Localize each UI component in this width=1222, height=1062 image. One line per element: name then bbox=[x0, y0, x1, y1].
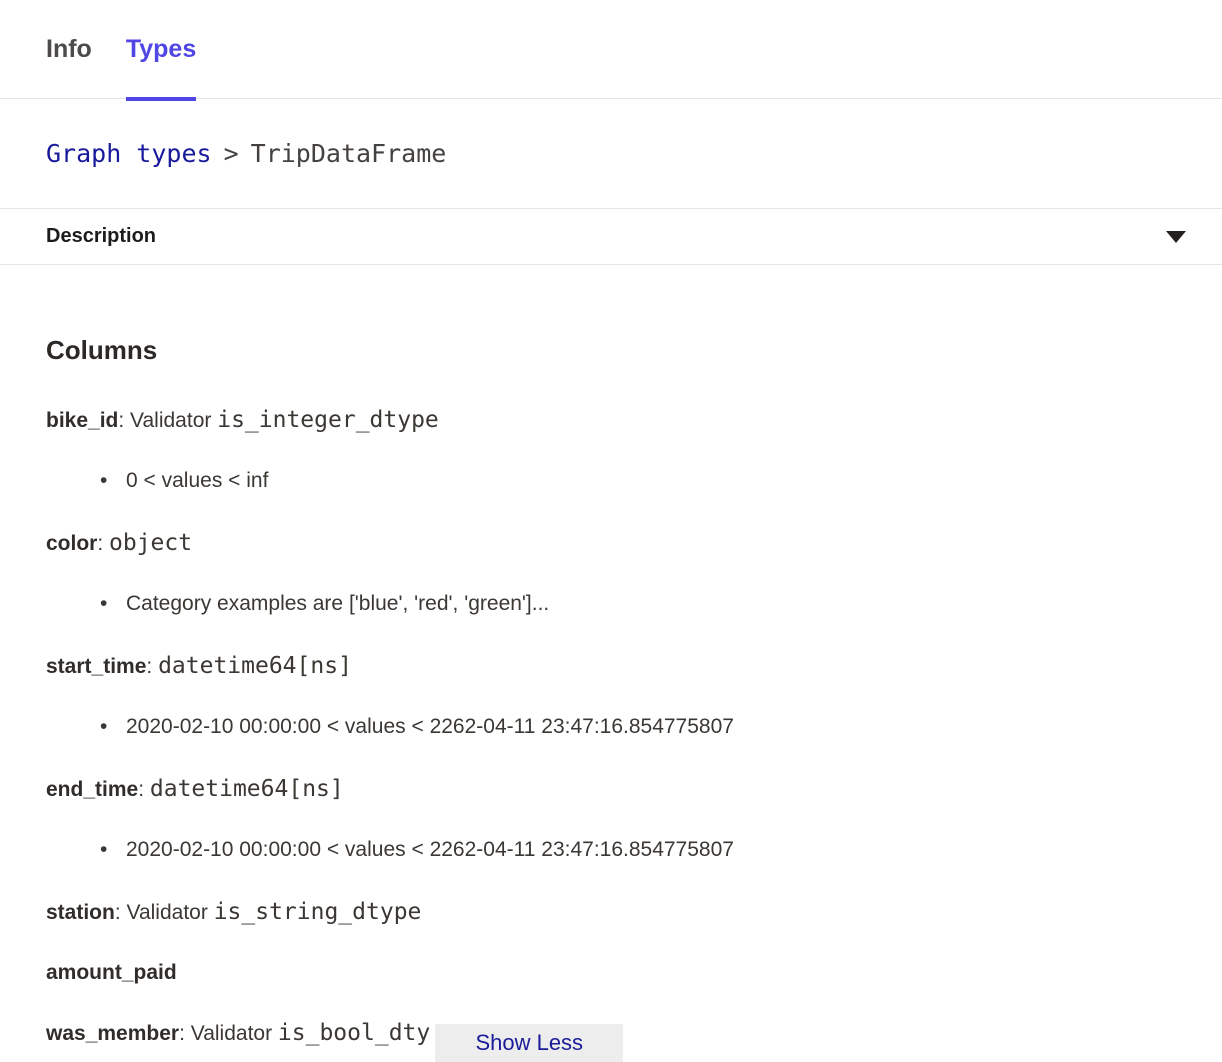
tab-info[interactable]: Info bbox=[46, 0, 92, 98]
column-validator-prefix: Validator bbox=[191, 1022, 278, 1045]
column-name: color bbox=[46, 532, 97, 555]
tab-types[interactable]: Types bbox=[126, 0, 196, 98]
tab-bar: Info Types bbox=[0, 0, 1222, 99]
column-validator-prefix: Validator bbox=[127, 901, 214, 924]
column-term-bike-id: bike_id: Validator is_integer_dtype bbox=[46, 407, 1176, 434]
column-constraint-bike-id: • 0 < values < inf bbox=[100, 468, 1176, 494]
column-term-was-member: was_member: Validator is_bool_dtyShow Le… bbox=[46, 1020, 1176, 1062]
column-separator: : bbox=[138, 778, 150, 801]
column-type: is_integer_dtype bbox=[217, 407, 439, 433]
breadcrumb-separator: > bbox=[224, 139, 239, 168]
column-name: was_member bbox=[46, 1022, 179, 1045]
column-name: station bbox=[46, 901, 115, 924]
bullet-icon: • bbox=[100, 468, 126, 494]
column-term-start-time: start_time: datetime64[ns] bbox=[46, 653, 1176, 680]
breadcrumb-current: TripDataFrame bbox=[251, 139, 447, 168]
constraint-text: 2020-02-10 00:00:00 < values < 2262-04-1… bbox=[126, 714, 734, 740]
bullet-icon: • bbox=[100, 837, 126, 863]
description-title: Description bbox=[46, 225, 156, 248]
column-type: datetime64[ns] bbox=[150, 776, 344, 802]
constraint-text: 2020-02-10 00:00:00 < values < 2262-04-1… bbox=[126, 837, 734, 863]
column-term-color: color: object bbox=[46, 530, 1176, 557]
column-name: amount_paid bbox=[46, 961, 177, 984]
show-less-button[interactable]: Show Less bbox=[435, 1024, 623, 1062]
constraint-text: 0 < values < inf bbox=[126, 468, 268, 494]
column-term-amount-paid: amount_paid bbox=[46, 960, 1176, 986]
column-separator: : bbox=[97, 532, 109, 555]
bullet-icon: • bbox=[100, 714, 126, 740]
column-name: start_time bbox=[46, 655, 146, 678]
breadcrumb: Graph types > TripDataFrame bbox=[0, 99, 1222, 209]
column-validator-prefix: Validator bbox=[130, 409, 217, 432]
column-separator: : bbox=[118, 409, 130, 432]
description-accordion[interactable]: Description bbox=[0, 209, 1222, 265]
column-constraint-end-time: • 2020-02-10 00:00:00 < values < 2262-04… bbox=[100, 837, 1176, 863]
column-separator: : bbox=[179, 1022, 191, 1045]
constraint-text: Category examples are ['blue', 'red', 'g… bbox=[126, 591, 549, 617]
column-type: object bbox=[109, 530, 192, 556]
caret-down-icon[interactable] bbox=[1166, 231, 1186, 243]
columns-heading: Columns bbox=[46, 335, 1176, 365]
column-separator: : bbox=[146, 655, 158, 678]
column-term-station: station: Validator is_string_dtype bbox=[46, 899, 1176, 926]
column-constraint-start-time: • 2020-02-10 00:00:00 < values < 2262-04… bbox=[100, 714, 1176, 740]
column-separator: : bbox=[115, 901, 127, 924]
column-type: is_bool_dty bbox=[278, 1020, 430, 1046]
column-type: datetime64[ns] bbox=[158, 653, 352, 679]
bullet-icon: • bbox=[100, 591, 126, 617]
columns-section: Columns bike_id: Validator is_integer_dt… bbox=[0, 265, 1222, 1062]
column-term-end-time: end_time: datetime64[ns] bbox=[46, 776, 1176, 803]
column-name: end_time bbox=[46, 778, 138, 801]
column-type: is_string_dtype bbox=[214, 899, 422, 925]
column-name: bike_id bbox=[46, 409, 118, 432]
column-constraint-color: • Category examples are ['blue', 'red', … bbox=[100, 591, 1176, 617]
breadcrumb-link-graph-types[interactable]: Graph types bbox=[46, 139, 212, 168]
